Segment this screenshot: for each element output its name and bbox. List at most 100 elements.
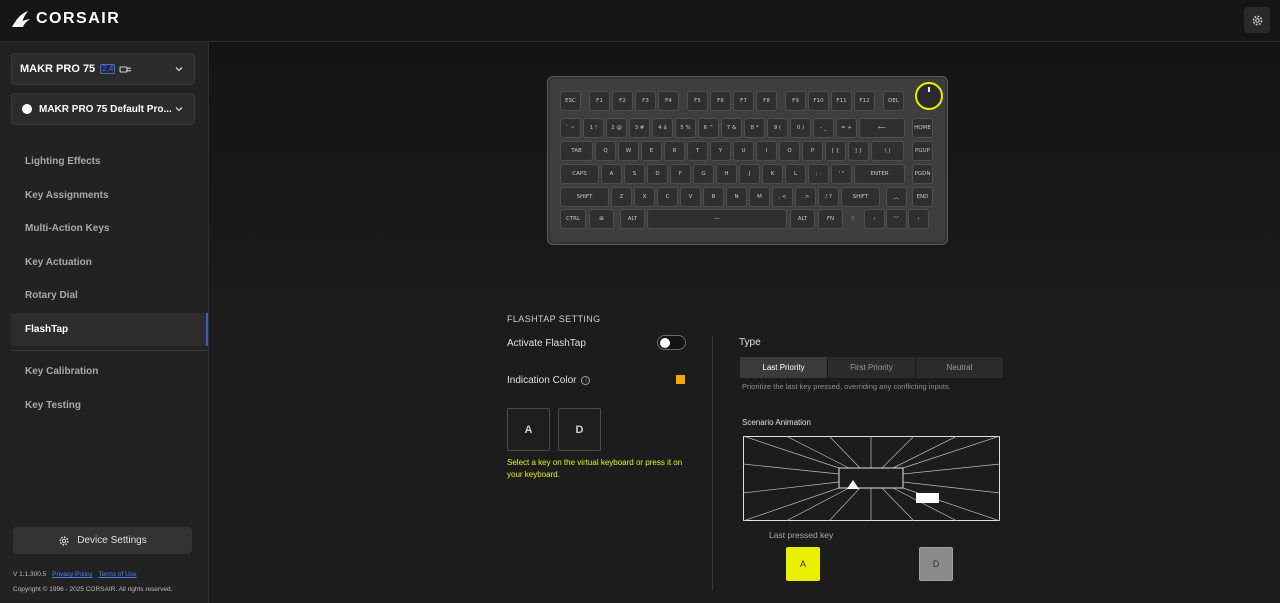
keyboard-key-row-2-9[interactable]: 8 * — [744, 118, 765, 138]
keyboard-key-row-2-5[interactable]: 4 $ — [652, 118, 673, 138]
keyboard-key-row-5-4[interactable]: C — [657, 187, 678, 207]
keyboard-key-row-3-3[interactable]: W — [618, 141, 639, 161]
keyboard-key-row-5-9[interactable]: , < — [772, 187, 793, 207]
keyboard-key-row-2-13[interactable]: = + — [836, 118, 857, 138]
keyboard-key-row-5-6[interactable]: B — [703, 187, 724, 207]
keyboard-key-row-4-8[interactable]: J — [739, 164, 760, 184]
keyboard-key-row-5-7[interactable]: N — [726, 187, 747, 207]
keyboard-key-row-2-1[interactable]: ` ~ — [560, 118, 581, 138]
keyboard-key-row-5-5[interactable]: V — [680, 187, 701, 207]
keyboard-key-row-5-2[interactable]: Z — [611, 187, 632, 207]
keyboard-key-row-6-9[interactable]: ﹀ — [886, 209, 907, 229]
keyboard-key-row-3-13[interactable]: ] } — [848, 141, 869, 161]
sidebar-item-flashtap[interactable]: FlashTap — [11, 312, 208, 346]
app-settings-button[interactable] — [1244, 7, 1270, 33]
keyboard-key-row-2-7[interactable]: 6 ^ — [698, 118, 719, 138]
keyboard-key-row-1-2[interactable]: F1 — [589, 91, 610, 111]
keyboard-key-row-6-10[interactable]: › — [908, 209, 929, 229]
type-option-last-priority[interactable]: Last Priority — [740, 357, 828, 378]
keyboard-key-row-4-6[interactable]: G — [693, 164, 714, 184]
sidebar-item-key-assignments[interactable]: Key Assignments — [11, 179, 208, 213]
keyboard-key-row-3-14[interactable]: \ | — [871, 141, 904, 161]
keyboard-key-row-6-5[interactable]: ALT — [790, 209, 815, 229]
device-settings-button[interactable]: Device Settings — [13, 527, 192, 554]
device-selector[interactable]: MAKR PRO 75 2.4 — [11, 53, 195, 85]
rotary-dial[interactable] — [915, 82, 943, 110]
keyboard-key-row-2-12[interactable]: - _ — [813, 118, 834, 138]
indication-color-swatch[interactable] — [676, 375, 685, 384]
keyboard-key-row-1-7[interactable]: F6 — [710, 91, 731, 111]
keyboard-key-row-6-3[interactable]: ALT — [620, 209, 645, 229]
keyboard-key-row-4-1[interactable]: CAPS — [560, 164, 599, 184]
keyboard-key-row-5-8[interactable]: M — [749, 187, 770, 207]
keyboard-key-row-5-11[interactable]: / ? — [818, 187, 839, 207]
keyboard-key-row-1-11[interactable]: F10 — [808, 91, 829, 111]
keyboard-key-row-2-15[interactable]: HOME — [912, 118, 933, 138]
keyboard-key-row-1-9[interactable]: F8 — [756, 91, 777, 111]
keyboard-key-row-3-6[interactable]: T — [687, 141, 708, 161]
keyboard-key-row-4-11[interactable]: ; : — [808, 164, 829, 184]
keyboard-key-row-2-11[interactable]: 0 ) — [790, 118, 811, 138]
privacy-policy-link[interactable]: Privacy Policy — [52, 571, 92, 578]
keyboard-key-row-4-14[interactable]: PGDN — [912, 164, 933, 184]
keyboard-key-row-6-8[interactable]: ‹ — [864, 209, 885, 229]
keyboard-key-row-6-7[interactable]: ⁝⁝ — [846, 209, 860, 229]
sidebar-item-lighting-effects[interactable]: Lighting Effects — [11, 145, 208, 179]
keyboard-key-row-4-12[interactable]: ' " — [831, 164, 852, 184]
keyboard-key-row-5-13[interactable]: ︿ — [886, 187, 907, 207]
keyboard-key-row-5-14[interactable]: END — [912, 187, 933, 207]
keyboard-key-row-3-8[interactable]: U — [733, 141, 754, 161]
keyboard-key-row-3-12[interactable]: [ { — [825, 141, 846, 161]
keyboard-key-row-6-4[interactable]: — — [647, 209, 787, 229]
keyboard-key-row-1-4[interactable]: F3 — [635, 91, 656, 111]
keyboard-key-row-4-10[interactable]: L — [785, 164, 806, 184]
keyboard-key-row-1-3[interactable]: F2 — [612, 91, 633, 111]
keyboard-key-row-2-10[interactable]: 9 ( — [767, 118, 788, 138]
keyboard-key-row-3-5[interactable]: R — [664, 141, 685, 161]
keyboard-key-row-4-4[interactable]: D — [647, 164, 668, 184]
type-option-first-priority[interactable]: First Priority — [828, 357, 916, 378]
sidebar-item-rotary-dial[interactable]: Rotary Dial — [11, 279, 208, 313]
keyboard-key-row-4-7[interactable]: H — [716, 164, 737, 184]
type-option-neutral[interactable]: Neutral — [916, 357, 1003, 378]
keyboard-key-row-4-2[interactable]: A — [601, 164, 622, 184]
keyboard-key-row-6-6[interactable]: FN — [818, 209, 843, 229]
keyboard-key-row-1-8[interactable]: F7 — [733, 91, 754, 111]
keyboard-key-row-3-1[interactable]: TAB — [560, 141, 593, 161]
keyboard-key-row-2-8[interactable]: 7 & — [721, 118, 742, 138]
keyboard-key-row-2-3[interactable]: 2 @ — [606, 118, 627, 138]
keyboard-key-row-3-2[interactable]: Q — [595, 141, 616, 161]
keyboard-key-row-3-11[interactable]: P — [802, 141, 823, 161]
keyboard-key-row-6-2[interactable]: ⊞ — [589, 209, 614, 229]
keyboard-key-row-4-13[interactable]: ENTER — [854, 164, 905, 184]
keyboard-key-row-4-5[interactable]: F — [670, 164, 691, 184]
keyboard-key-row-5-3[interactable]: X — [634, 187, 655, 207]
keyboard-key-row-2-2[interactable]: 1 ! — [583, 118, 604, 138]
profile-selector[interactable]: MAKR PRO 75 Default Pro... — [11, 93, 195, 125]
sidebar-item-key-actuation[interactable]: Key Actuation — [11, 246, 208, 280]
keyboard-key-row-4-3[interactable]: S — [624, 164, 645, 184]
sidebar-item-multi-action-keys[interactable]: Multi-Action Keys — [11, 212, 208, 246]
terms-of-use-link[interactable]: Terms of Use — [98, 571, 136, 578]
keyboard-key-row-3-10[interactable]: O — [779, 141, 800, 161]
keyboard-key-row-3-4[interactable]: E — [641, 141, 662, 161]
keyboard-key-row-5-12[interactable]: SHIFT — [841, 187, 880, 207]
keyboard-key-row-4-9[interactable]: K — [762, 164, 783, 184]
keyboard-key-row-3-7[interactable]: Y — [710, 141, 731, 161]
keyboard-key-row-1-14[interactable]: DEL — [883, 91, 904, 111]
keyboard-key-row-5-10[interactable]: . > — [795, 187, 816, 207]
keyboard-key-row-1-1[interactable]: ESC — [560, 91, 581, 111]
key-slot-a[interactable]: A — [507, 408, 550, 451]
keyboard-key-row-2-6[interactable]: 5 % — [675, 118, 696, 138]
sidebar-item-key-calibration[interactable]: Key Calibration — [11, 355, 208, 389]
keyboard-key-row-1-10[interactable]: F9 — [785, 91, 806, 111]
keyboard-key-row-2-14[interactable]: ⟵ — [859, 118, 905, 138]
keyboard-key-row-2-4[interactable]: 3 # — [629, 118, 650, 138]
keyboard-key-row-3-9[interactable]: I — [756, 141, 777, 161]
keyboard-key-row-5-1[interactable]: SHIFT — [560, 187, 609, 207]
key-slot-d[interactable]: D — [558, 408, 601, 451]
keyboard-key-row-1-5[interactable]: F4 — [658, 91, 679, 111]
sidebar-item-key-testing[interactable]: Key Testing — [11, 389, 208, 423]
keyboard-key-row-1-12[interactable]: F11 — [831, 91, 852, 111]
keyboard-key-row-3-15[interactable]: PGUP — [912, 141, 933, 161]
